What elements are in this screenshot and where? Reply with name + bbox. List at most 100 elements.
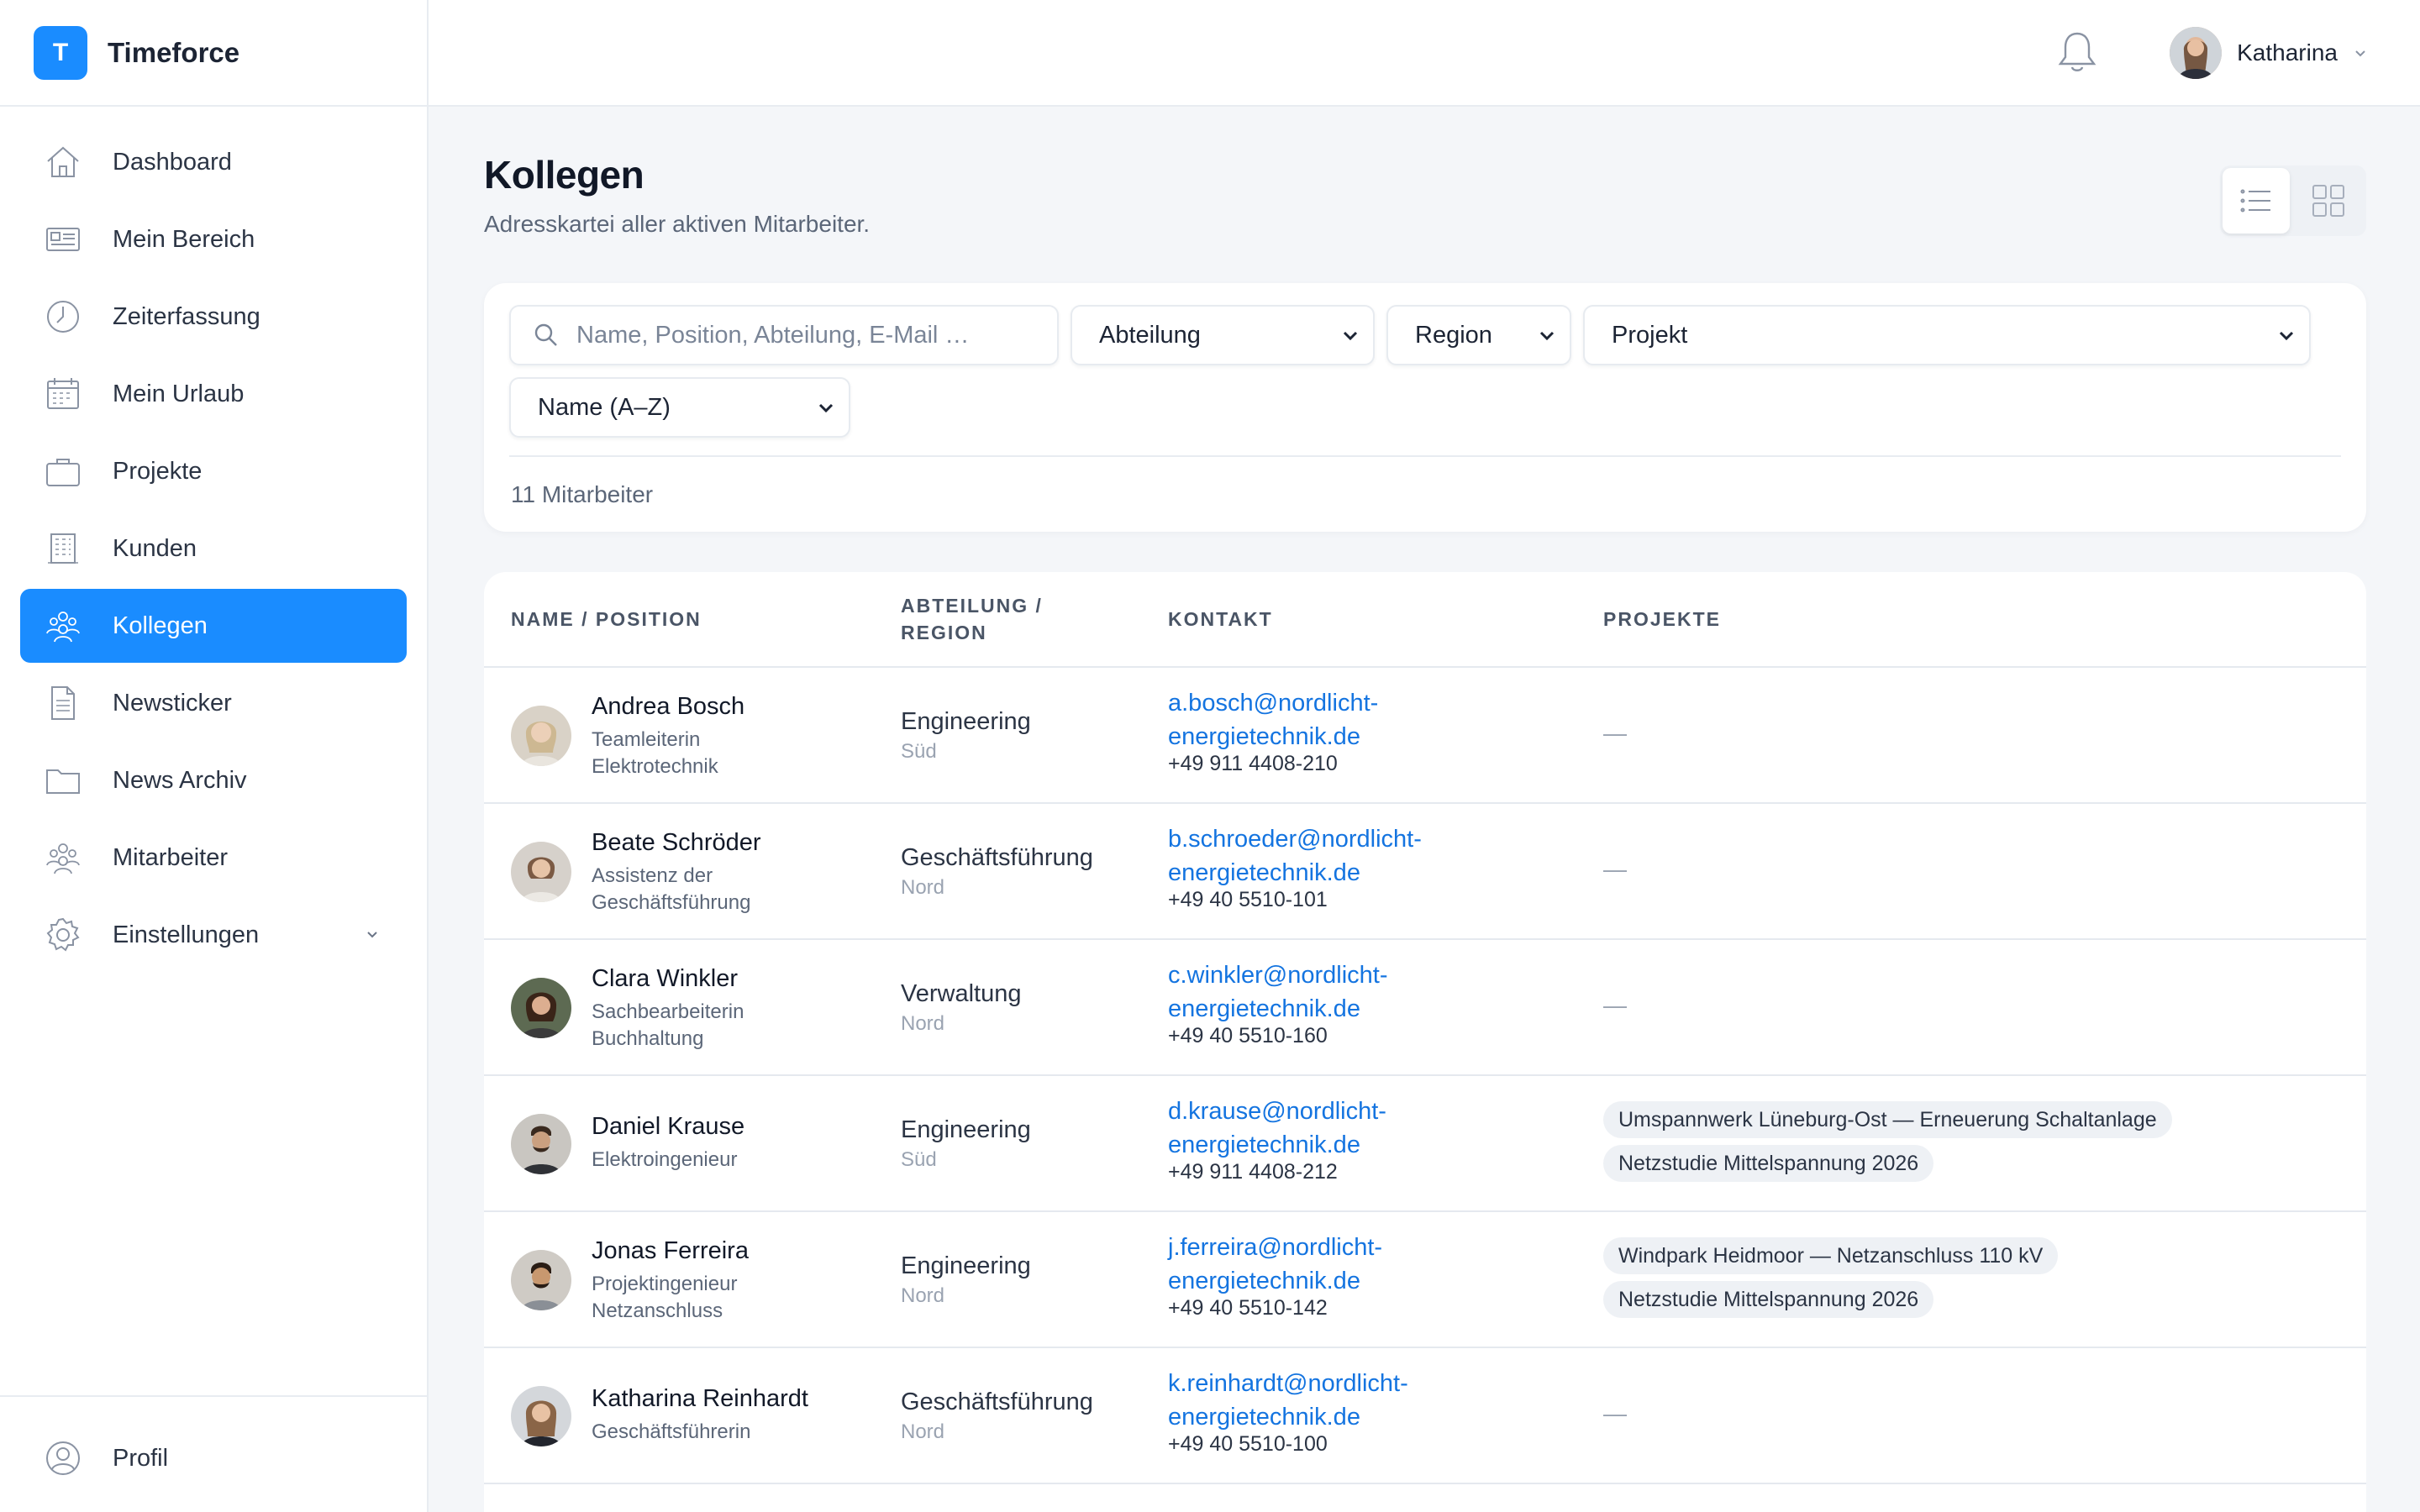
calendar-icon	[47, 378, 79, 409]
person-name: Beate Schröder	[592, 829, 761, 856]
email-line: energietechnik.de	[1168, 1268, 1360, 1294]
sidebar-item-mein-bereich[interactable]: Mein Bereich	[20, 202, 407, 276]
folder-icon	[46, 769, 80, 794]
page-subtitle: Adresskartei aller aktiven Mitarbeiter.	[484, 211, 871, 237]
sidebar-item-label: Kollegen	[113, 612, 208, 639]
sidebar-nav: Dashboard Mein Bereich Zeiterfassung Mei…	[0, 107, 427, 972]
avatar	[511, 706, 571, 766]
sidebar-item-mein-urlaub[interactable]: Mein Urlaub	[20, 357, 407, 431]
person-position-line: Netzanschluss	[592, 1299, 723, 1322]
table-row[interactable]: Beate Schröder Assistenz der Geschäftsfüh…	[484, 804, 2366, 940]
email-link[interactable]: j.ferreira@nordlicht-energietechnik.de	[1168, 1231, 1470, 1298]
department: Geschäftsführung	[901, 1389, 1093, 1415]
sidebar-item-label: News Archiv	[113, 766, 247, 794]
person-position-line: Teamleiterin	[592, 728, 701, 751]
region: Nord	[901, 876, 945, 899]
person-name: Katharina Reinhardt	[592, 1385, 808, 1412]
person-position-line: Buchhaltung	[592, 1027, 704, 1050]
project-chip[interactable]: Netzstudie Mittelspannung 2026	[1603, 1281, 1934, 1318]
person-name: Jonas Ferreira	[592, 1237, 749, 1264]
user-menu[interactable]: Katharina	[2170, 27, 2370, 79]
email-line: b.schroeder@nordlicht-	[1168, 826, 1422, 853]
email-link[interactable]: k.reinhardt@nordlicht-energietechnik.de	[1168, 1367, 1470, 1434]
team-icon	[46, 612, 80, 643]
email-link[interactable]: b.schroeder@nordlicht-energietechnik.de	[1168, 822, 1470, 890]
email-link[interactable]: a.bosch@nordlicht-energietechnik.de	[1168, 686, 1470, 753]
region-select[interactable]: Region	[1386, 305, 1571, 365]
sidebar-item-profil[interactable]: Profil	[20, 1421, 407, 1495]
gear-icon	[46, 917, 80, 952]
table-row[interactable]: Daniel Krause Elektroingenieur Engineeri…	[484, 1076, 2366, 1212]
email-line: j.ferreira@nordlicht-	[1168, 1234, 1383, 1261]
department: Verwaltung	[901, 980, 1022, 1007]
department: Geschäftsführung	[901, 844, 1093, 871]
brand[interactable]: T Timeforce	[0, 0, 427, 107]
building-icon	[48, 533, 78, 564]
phone-number: +49 40 5510-160	[1168, 1024, 1328, 1047]
avatar	[511, 1386, 571, 1446]
sidebar-item-projekte[interactable]: Projekte	[20, 434, 407, 508]
sidebar-item-label: Profil	[113, 1444, 169, 1472]
chevron-down-icon	[1539, 331, 1555, 341]
department: Engineering	[901, 1252, 1031, 1279]
filter-card: Name, Position, Abteilung, E-Mail … Abte…	[484, 283, 2366, 532]
person-position: Sachbearbeiterin Buchhaltung	[592, 999, 869, 1053]
email-line: k.reinhardt@nordlicht-	[1168, 1370, 1408, 1397]
sidebar-item-label: Kunden	[113, 534, 197, 562]
email-link[interactable]: c.winkler@nordlicht-energietechnik.de	[1168, 958, 1470, 1026]
home-icon	[47, 146, 79, 177]
people-icon	[46, 843, 80, 874]
sidebar-item-mitarbeiter[interactable]: Mitarbeiter	[20, 821, 407, 895]
project-chip[interactable]: Netzstudie Mittelspannung 2026	[1603, 1145, 1934, 1182]
header-department: ABTEILUNG / REGION	[901, 572, 1043, 666]
sidebar-item-kunden[interactable]: Kunden	[20, 512, 407, 585]
project-chip[interactable]: Umspannwerk Lüneburg-Ost — Erneuerung Sc…	[1603, 1101, 2172, 1138]
phone-number: +49 40 5510-142	[1168, 1296, 1328, 1320]
no-projects: —	[1603, 856, 1627, 882]
bell-icon[interactable]	[2055, 29, 2099, 76]
sidebar-item-newsticker[interactable]: Newsticker	[20, 666, 407, 740]
project-select[interactable]: Projekt	[1583, 305, 2311, 365]
briefcase-icon	[46, 459, 80, 486]
sidebar-item-einstellungen[interactable]: Einstellungen	[20, 898, 407, 972]
person-position-line: Elektrotechnik	[592, 755, 718, 778]
region: Nord	[901, 1284, 945, 1307]
email-line: d.krause@nordlicht-	[1168, 1098, 1386, 1125]
search-input[interactable]: Name, Position, Abteilung, E-Mail …	[509, 305, 1059, 365]
person-position: Assistenz der Geschäftsführung	[592, 863, 869, 916]
chevron-down-icon	[818, 403, 834, 413]
email-line: a.bosch@nordlicht-	[1168, 690, 1379, 717]
email-line: energietechnik.de	[1168, 1404, 1360, 1431]
project-chip[interactable]: Windpark Heidmoor — Netzanschluss 110 kV	[1603, 1237, 2059, 1274]
header-contact: KONTAKT	[1168, 608, 1273, 630]
sort-select[interactable]: Name (A–Z)	[509, 377, 850, 438]
avatar	[511, 978, 571, 1038]
department-select[interactable]: Abteilung	[1071, 305, 1375, 365]
table-row[interactable]: Jonas Ferreira Projektingenieur Netzansch…	[484, 1212, 2366, 1348]
employee-count: 11 Mitarbeiter	[511, 481, 654, 507]
table-row[interactable]: Katharina Reinhardt Geschäftsführerin Ge…	[484, 1348, 2366, 1484]
table-row[interactable]: Andrea Bosch Teamleiterin Elektrotechnik …	[484, 668, 2366, 804]
department: Engineering	[901, 1116, 1031, 1143]
phone-number: +49 40 5510-101	[1168, 888, 1328, 911]
sidebar-item-news-archiv[interactable]: News Archiv	[20, 743, 407, 817]
sidebar-item-label: Newsticker	[113, 689, 232, 717]
table-row[interactable]: Clara Winkler Sachbearbeiterin Buchhaltun…	[484, 940, 2366, 1076]
clock-icon	[47, 301, 79, 333]
sidebar-item-kollegen[interactable]: Kollegen	[20, 589, 407, 663]
sidebar-item-label: Dashboard	[113, 148, 232, 176]
view-toggle	[2220, 165, 2366, 236]
project-select-value: Projekt	[1612, 321, 1688, 349]
email-line: energietechnik.de	[1168, 859, 1360, 886]
grid-view-button[interactable]	[2295, 168, 2362, 234]
person-position: Projektingenieur Netzanschluss	[592, 1271, 869, 1325]
document-icon	[51, 686, 75, 720]
sidebar-item-dashboard[interactable]: Dashboard	[20, 125, 407, 199]
chevron-down-icon	[2279, 331, 2294, 341]
no-projects: —	[1603, 720, 1627, 746]
department: Engineering	[901, 708, 1031, 735]
email-link[interactable]: d.krause@nordlicht-energietechnik.de	[1168, 1095, 1470, 1162]
sidebar-item-label: Mein Bereich	[113, 225, 255, 253]
list-view-button[interactable]	[2223, 168, 2290, 234]
sidebar-item-zeiterfassung[interactable]: Zeiterfassung	[20, 280, 407, 354]
